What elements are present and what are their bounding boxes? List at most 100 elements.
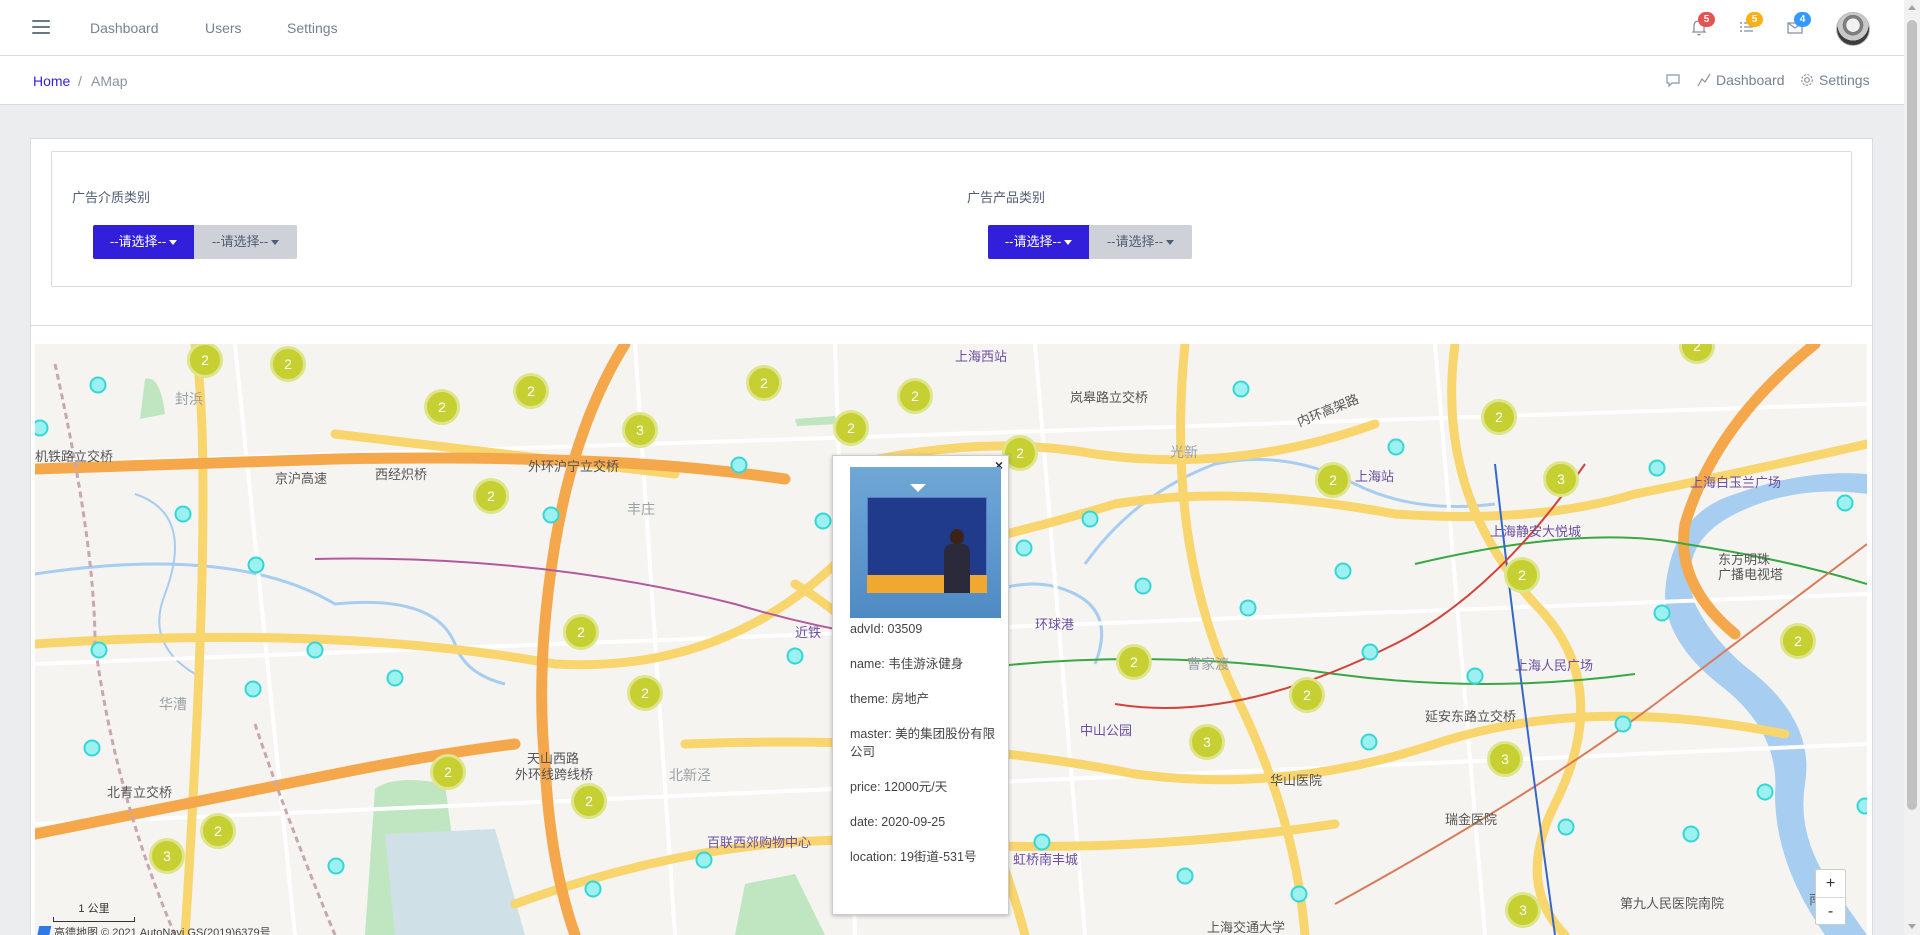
map-label: 机铁路立交桥	[35, 449, 114, 464]
cluster-marker[interactable]: 3	[622, 412, 658, 448]
cluster-marker[interactable]: 2	[746, 365, 782, 401]
amap-logo-icon	[36, 926, 52, 935]
ad-marker[interactable]	[174, 505, 192, 523]
ad-marker[interactable]	[695, 851, 713, 869]
cluster-marker[interactable]: 3	[1505, 892, 1541, 928]
media-category-label: 广告介质类别	[72, 190, 151, 205]
scrollbar-thumb[interactable]	[1907, 20, 1917, 810]
ad-marker[interactable]	[1756, 783, 1774, 801]
ad-marker[interactable]	[1334, 562, 1352, 580]
ad-marker[interactable]	[306, 641, 324, 659]
ad-marker[interactable]	[1557, 818, 1575, 836]
ad-marker[interactable]	[1081, 510, 1099, 528]
ad-marker[interactable]	[1361, 643, 1379, 661]
map-label: 曹家渡	[1187, 656, 1229, 672]
ad-marker[interactable]	[542, 506, 560, 524]
zoom-control: + -	[1815, 869, 1846, 925]
hamburger-menu-icon[interactable]	[32, 20, 50, 34]
cluster-marker[interactable]: 2	[200, 813, 236, 849]
ad-marker[interactable]	[786, 647, 804, 665]
product-select-secondary-label: --请选择--	[1106, 234, 1164, 249]
cluster-marker[interactable]: 2	[430, 754, 466, 790]
ad-marker[interactable]	[244, 680, 262, 698]
map-label: 上海西站	[955, 349, 1008, 364]
ad-marker[interactable]	[1015, 539, 1033, 557]
ad-marker[interactable]	[1648, 459, 1666, 477]
cluster-marker[interactable]: 3	[149, 838, 185, 874]
cluster-marker[interactable]: 2	[424, 389, 460, 425]
cluster-marker[interactable]: 2	[833, 410, 869, 446]
cluster-marker[interactable]: 3	[1543, 461, 1579, 497]
media-category-group: --请选择-- --请选择--	[93, 225, 297, 259]
list-icon[interactable]: 5	[1736, 12, 1763, 38]
messages-badge: 4	[1794, 12, 1811, 27]
subheader-dashboard-link[interactable]: Dashboard	[1697, 72, 1785, 88]
breadcrumb-separator: /	[78, 73, 82, 89]
user-avatar[interactable]	[1836, 12, 1870, 46]
cluster-marker[interactable]: 3	[1487, 741, 1523, 777]
page-scrollbar[interactable]	[1904, 0, 1920, 935]
ad-marker[interactable]	[1176, 867, 1194, 885]
ad-marker[interactable]	[1290, 885, 1308, 903]
scroll-down-arrow-icon[interactable]	[1908, 924, 1916, 929]
zoom-out-button[interactable]: -	[1816, 897, 1845, 924]
product-select-secondary[interactable]: --请选择--	[1089, 225, 1192, 259]
cluster-marker[interactable]: 2	[473, 478, 509, 514]
ad-marker[interactable]	[730, 456, 748, 474]
breadcrumb-current: AMap	[91, 73, 128, 89]
cluster-marker[interactable]: 2	[1780, 623, 1816, 659]
ad-marker[interactable]	[1033, 833, 1051, 851]
cluster-marker[interactable]: 2	[897, 378, 933, 414]
map-label: 华山医院	[1270, 773, 1323, 788]
ad-marker[interactable]	[83, 739, 101, 757]
ad-marker[interactable]	[1360, 733, 1378, 751]
cluster-marker[interactable]: 2	[1504, 557, 1540, 593]
map-label: 上海交通大学	[1207, 920, 1286, 935]
breadcrumb-home[interactable]: Home	[33, 73, 70, 89]
ad-marker[interactable]	[247, 556, 265, 574]
cluster-marker[interactable]: 2	[270, 346, 306, 382]
speech-icon[interactable]	[1665, 72, 1681, 88]
nav-settings[interactable]: Settings	[287, 20, 338, 36]
cluster-marker[interactable]: 2	[1116, 644, 1152, 680]
bell-icon[interactable]: 5	[1688, 12, 1715, 38]
nav-dashboard[interactable]: Dashboard	[90, 20, 159, 36]
subheader-settings-link[interactable]: Settings	[1800, 72, 1870, 88]
cluster-marker[interactable]: 2	[627, 675, 663, 711]
ad-marker[interactable]	[1387, 438, 1405, 456]
zoom-in-button[interactable]: +	[1816, 870, 1845, 897]
ad-thumbnail-image[interactable]	[850, 467, 1001, 618]
map-label: 环球港	[1035, 617, 1075, 632]
media-select-secondary[interactable]: --请选择--	[194, 225, 297, 259]
ad-marker[interactable]	[1134, 577, 1152, 595]
media-select-primary[interactable]: --请选择--	[93, 225, 194, 259]
ad-marker[interactable]	[386, 669, 404, 687]
cluster-marker[interactable]: 2	[1289, 677, 1325, 713]
ad-marker[interactable]	[1836, 494, 1854, 512]
cluster-marker[interactable]: 2	[513, 373, 549, 409]
ad-person-graphic	[942, 529, 972, 593]
cluster-marker[interactable]: 2	[1315, 462, 1351, 498]
cluster-marker[interactable]: 2	[571, 783, 607, 819]
ad-marker[interactable]	[814, 512, 832, 530]
ad-marker[interactable]	[1653, 604, 1671, 622]
map-label: 华漕	[159, 696, 187, 712]
ad-marker[interactable]	[89, 376, 107, 394]
ad-marker[interactable]	[90, 641, 108, 659]
ad-master: master: 美的集团股份有限公司	[850, 727, 996, 759]
ad-marker[interactable]	[1466, 667, 1484, 685]
ad-marker[interactable]	[1682, 825, 1700, 843]
ad-marker[interactable]	[1856, 797, 1867, 815]
cluster-marker[interactable]: 2	[563, 614, 599, 650]
ad-marker[interactable]	[327, 857, 345, 875]
product-select-primary[interactable]: --请选择--	[988, 225, 1089, 259]
cluster-marker[interactable]: 2	[1481, 399, 1517, 435]
envelope-icon[interactable]: 4	[1784, 12, 1811, 38]
ad-marker[interactable]	[1239, 599, 1257, 617]
ad-marker[interactable]	[1232, 380, 1250, 398]
ad-marker[interactable]	[1614, 715, 1632, 733]
cluster-marker[interactable]: 3	[1189, 724, 1225, 760]
scroll-up-arrow-icon[interactable]	[1908, 5, 1916, 10]
ad-marker[interactable]	[584, 880, 602, 898]
nav-users[interactable]: Users	[205, 20, 242, 36]
